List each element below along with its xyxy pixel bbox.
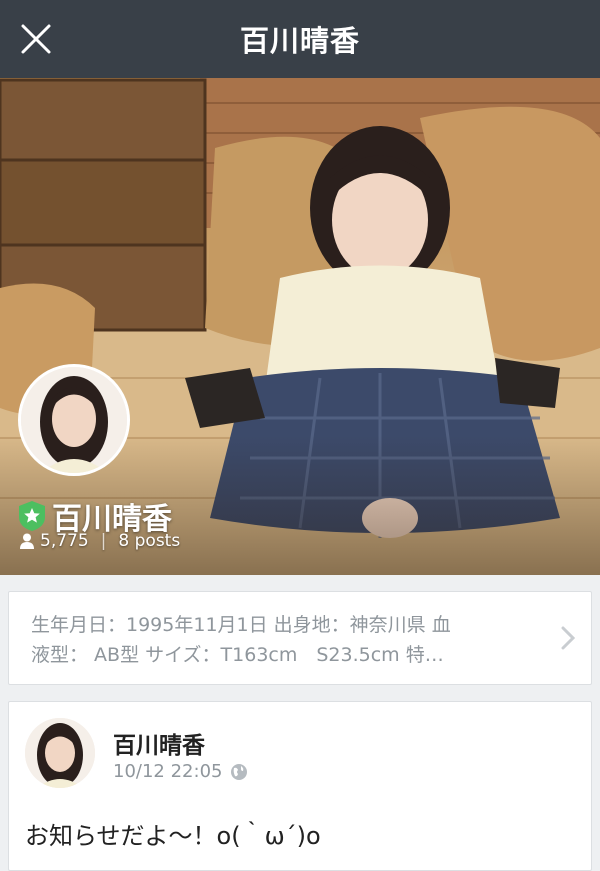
close-button[interactable]	[14, 17, 58, 61]
post-author-name[interactable]: 百川晴香	[113, 726, 205, 760]
stats-separator: |	[100, 531, 107, 551]
post-body: お知らせだよ〜！o(｀ω´)o	[25, 816, 321, 856]
bio-line-1: 生年月日：1995年11月1日 出身地：神奈川県 血	[31, 614, 451, 636]
post-card: 百川晴香 10/12 22:05 お知らせだよ〜！o(｀ω´)o	[8, 701, 592, 871]
post-time-text: 10/12 22:05	[113, 761, 223, 782]
page-title: 百川晴香	[239, 24, 360, 58]
post-body-line-1: お知らせだよ〜！o(｀ω´)o	[25, 822, 321, 850]
avatar-image	[21, 367, 127, 473]
chevron-right-icon	[561, 626, 575, 650]
official-badge-icon	[19, 501, 45, 531]
avatar-image	[25, 718, 95, 788]
post-count[interactable]: 8 posts	[118, 531, 180, 551]
globe-icon	[231, 763, 248, 780]
profile-avatar[interactable]	[18, 364, 130, 476]
person-icon	[20, 533, 34, 549]
post-author-avatar[interactable]	[25, 718, 95, 788]
top-bar: 百川晴香	[0, 0, 600, 78]
close-icon	[21, 24, 51, 54]
follower-count: 5,775	[40, 531, 89, 551]
bio-card[interactable]: 生年月日：1995年11月1日 出身地：神奈川県 血 液型： AB型 サイズ：T…	[8, 591, 592, 685]
profile-stats: 5,775 | 8 posts	[20, 531, 180, 551]
post-timestamp: 10/12 22:05	[113, 761, 248, 782]
bio-line-2: 液型： AB型 サイズ：T163cm S23.5cm 特…	[31, 644, 444, 666]
